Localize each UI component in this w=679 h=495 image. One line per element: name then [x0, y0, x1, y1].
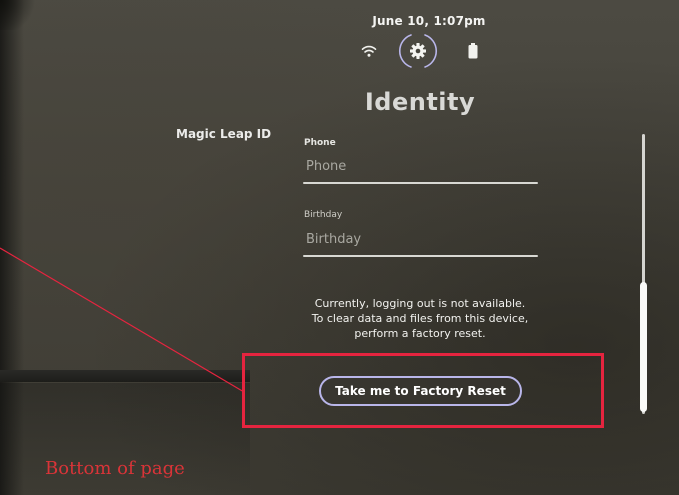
magic-leap-id-label: Magic Leap ID [176, 127, 272, 141]
screen-corner-shadow [0, 0, 40, 30]
frame-edge-bar [0, 370, 250, 382]
gear-icon [410, 43, 426, 59]
birthday-input-underline [303, 255, 538, 257]
notice-line: Currently, logging out is not available. [314, 297, 526, 310]
logout-notice: Currently, logging out is not available.… [293, 296, 547, 341]
settings-button[interactable] [398, 31, 438, 71]
birthday-input[interactable]: Birthday [306, 232, 361, 247]
factory-reset-button[interactable]: Take me to Factory Reset [319, 376, 522, 406]
phone-input[interactable]: Phone [306, 159, 346, 174]
battery-icon [468, 43, 478, 59]
status-date-time: June 10, 1:07pm [372, 14, 486, 28]
phone-input-underline [303, 182, 538, 184]
notice-line: To clear data and files from this device… [311, 312, 529, 325]
page-title: Identity [364, 88, 476, 116]
phone-field-caption: Phone [304, 138, 336, 148]
notice-line: perform a factory reset. [354, 327, 486, 340]
birthday-field-caption: Birthday [304, 210, 343, 220]
scrollbar-thumb[interactable] [640, 282, 647, 412]
annotation-caption: Bottom of page [45, 458, 185, 479]
wifi-icon [361, 45, 377, 57]
